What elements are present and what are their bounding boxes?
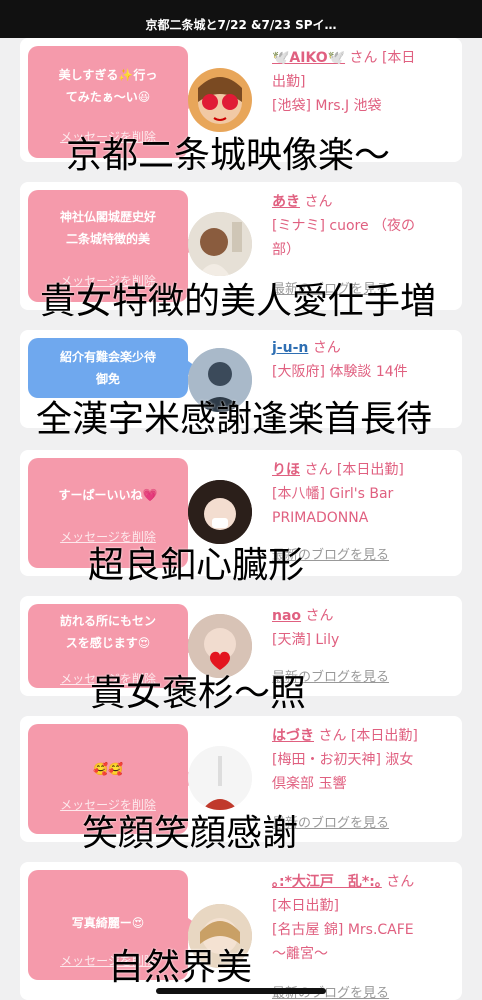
overlay-caption: 超良釦心臓形: [88, 545, 305, 586]
shift-status: [本日出勤]: [272, 898, 339, 914]
shop-label: [大阪府] 体験談 14件: [272, 364, 408, 380]
overlay-caption: 貴女特徴的美人愛仕手増: [40, 281, 437, 322]
honorific: さん: [305, 608, 334, 624]
profile-name-link[interactable]: ｡:*大江戸 乱*:｡: [272, 874, 382, 890]
profile-info: 🕊️AIKO🕊️ さん [本日 出勤] [池袋] Mrs.J 池袋: [272, 46, 456, 118]
honorific: さん: [386, 874, 415, 890]
shop-label: [本八幡] Girl's Bar PRIMADONNA: [272, 486, 394, 526]
honorific: さん: [304, 194, 333, 210]
message-text: 訪れる所にもセン スを感じます😍: [59, 614, 156, 650]
shop-label: [名古屋 錦] Mrs.CAFE 〜離宮〜: [272, 922, 414, 962]
profile-info: りほ さん [本日出勤] [本八幡] Girl's Bar PRIMADONNA: [272, 458, 456, 530]
profile-info: ｡:*大江戸 乱*:｡ さん [本日出勤] [名古屋 錦] Mrs.CAFE 〜…: [272, 870, 456, 966]
message-bubble: 紹介有難会楽少待 御免: [28, 338, 198, 398]
profile-name-link[interactable]: あき: [272, 194, 300, 210]
honorific: さん: [312, 340, 341, 356]
profile-name-link[interactable]: はづき: [272, 728, 314, 744]
avatar[interactable]: [188, 212, 252, 276]
shift-status: [本日出勤]: [350, 728, 418, 744]
overlay-caption: 全漢字米感謝逢楽首長待: [36, 399, 433, 440]
message-text: 写真綺麗ー😍: [71, 916, 145, 930]
profile-name-link[interactable]: nao: [272, 608, 301, 624]
profile-name-link[interactable]: j-u-n: [272, 340, 308, 356]
shop-label: [天満] Lily: [272, 632, 340, 648]
avatar[interactable]: [188, 746, 252, 810]
shop-label: [ミナミ] cuore （夜の 部）: [272, 218, 416, 258]
profile-name-link[interactable]: 🕊️AIKO🕊️: [272, 50, 345, 66]
profile-info: はづき さん [本日出勤] [梅田・お初天神] 淑女 倶楽部 玉響: [272, 724, 456, 796]
overlay-caption: 笑顔笑顔感謝: [82, 813, 299, 854]
honorific: さん: [318, 728, 347, 744]
overlay-caption: 貴女褒杉〜照: [90, 673, 307, 714]
shop-label: [梅田・お初天神] 淑女 倶楽部 玉響: [272, 752, 414, 792]
honorific: さん: [349, 50, 378, 66]
home-indicator[interactable]: [156, 988, 326, 994]
profile-info: あき さん [ミナミ] cuore （夜の 部）: [272, 190, 456, 262]
status-bar: 京都二条城と7/22 &7/23 SPイ…: [0, 0, 482, 38]
message-text: 神社仏閣城歴史好 二条城特徴的美: [59, 210, 156, 246]
overlay-caption: 京都二条城映像楽〜: [66, 135, 391, 176]
profile-info: j-u-n さん [大阪府] 体験談 14件: [272, 336, 456, 384]
avatar[interactable]: [188, 480, 252, 544]
message-text: 美しすぎる✨行っ てみたぁ〜い😆: [58, 68, 158, 104]
message-text: 🥰🥰: [93, 762, 123, 776]
profile-name-link[interactable]: りほ: [272, 462, 300, 478]
page-title: 京都二条城と7/22 &7/23 SPイ…: [145, 18, 337, 32]
profile-info: nao さん [天満] Lily: [272, 604, 456, 652]
overlay-caption: 自然界美: [108, 947, 253, 988]
message-text: 紹介有難会楽少待 御免: [59, 350, 156, 386]
message-text: すーぱーいいね💗: [58, 488, 158, 502]
avatar[interactable]: [188, 68, 252, 132]
honorific: さん: [304, 462, 333, 478]
shift-status: [本日出勤]: [336, 462, 404, 478]
shop-label: [池袋] Mrs.J 池袋: [272, 98, 382, 114]
